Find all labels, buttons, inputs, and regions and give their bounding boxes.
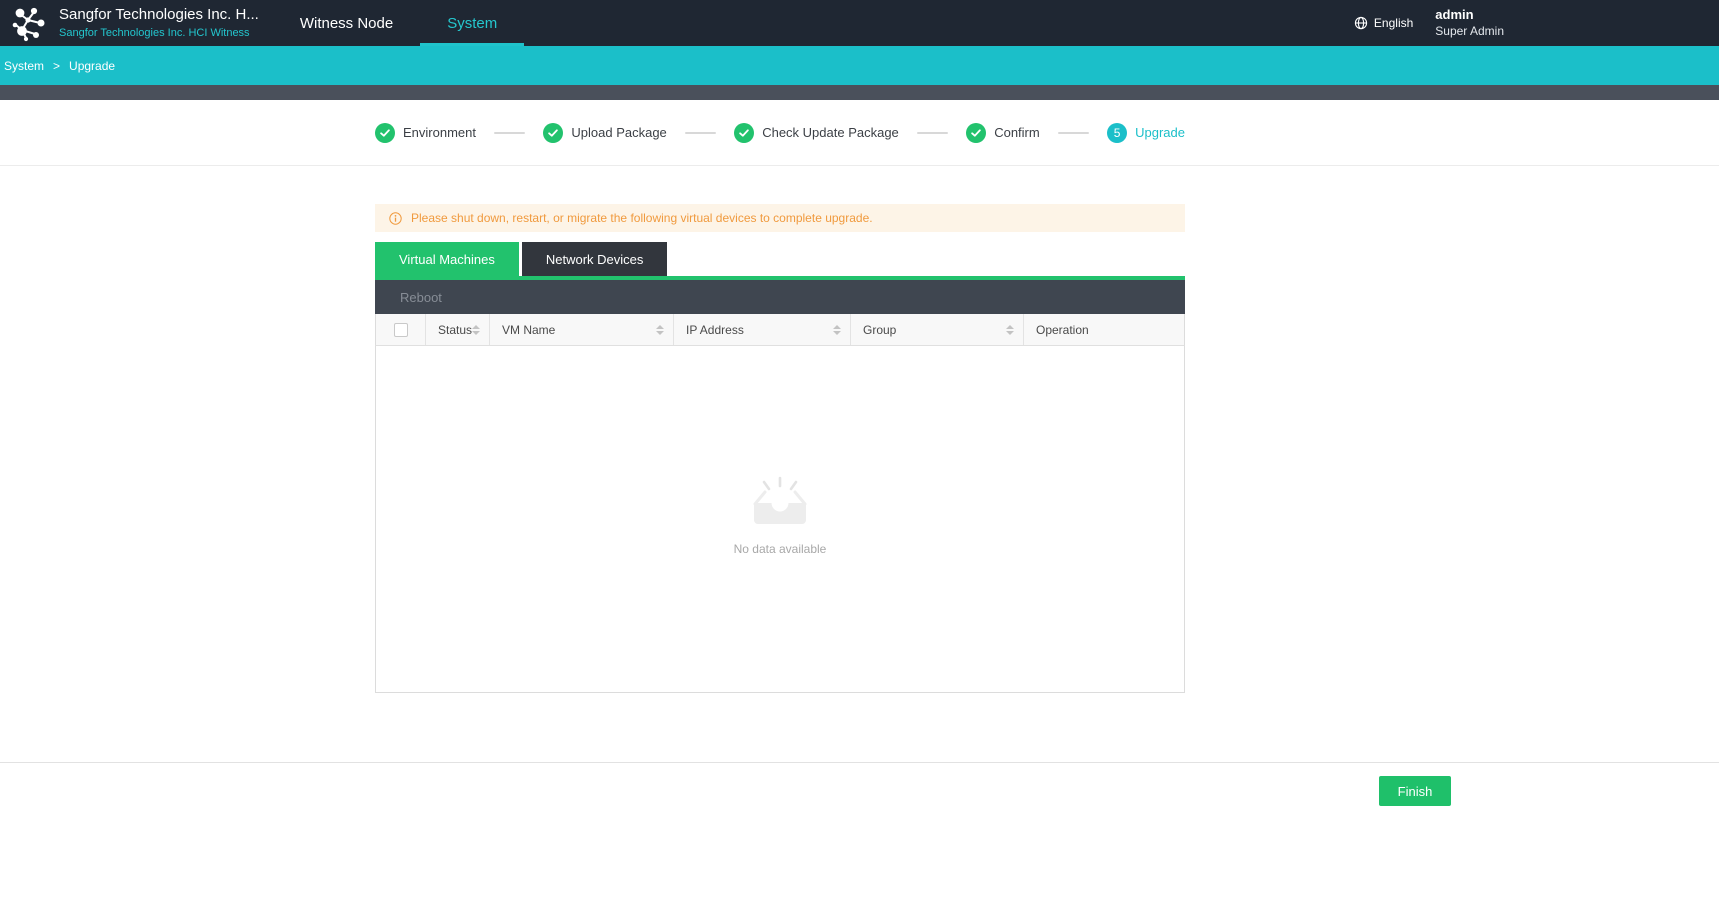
brand-logo [8, 0, 48, 46]
step-connector [1058, 132, 1089, 134]
column-label: Group [863, 323, 896, 337]
step-label: Environment [403, 125, 476, 140]
globe-icon [1354, 16, 1368, 30]
nav-item-label: Witness Node [300, 15, 393, 32]
step-label: Upgrade [1135, 125, 1185, 140]
molecule-logo-icon [8, 3, 48, 43]
empty-state: No data available [376, 476, 1184, 556]
step-check-icon [543, 123, 563, 143]
step-confirm: Confirm [966, 123, 1040, 143]
stepper-row: Environment Upload Package Check Update … [0, 100, 1719, 166]
tab-virtual-machines[interactable]: Virtual Machines [375, 242, 519, 276]
empty-text: No data available [734, 542, 827, 556]
info-icon [389, 212, 402, 225]
sort-icon [1006, 325, 1014, 335]
step-label: Confirm [994, 125, 1040, 140]
step-connector [917, 132, 948, 134]
table-header: Status VM Name IP Address Group Operatio… [375, 314, 1185, 346]
column-header-group[interactable]: Group [850, 314, 1023, 345]
product-title: Sangfor Technologies Inc. H... [59, 6, 259, 25]
notice-text: Please shut down, restart, or migrate th… [411, 211, 873, 225]
notice-banner: Please shut down, restart, or migrate th… [375, 204, 1185, 232]
column-label: IP Address [686, 323, 744, 337]
tab-label: Network Devices [546, 252, 644, 267]
step-connector [685, 132, 716, 134]
table-body: No data available [375, 346, 1185, 693]
tab-label: Virtual Machines [399, 252, 495, 267]
step-check-icon [966, 123, 986, 143]
step-number-badge: 5 [1107, 123, 1127, 143]
top-nav: Witness Node System [273, 0, 524, 46]
column-label: Operation [1036, 323, 1089, 337]
step-check-icon [375, 123, 395, 143]
sort-icon [656, 325, 664, 335]
step-label: Upload Package [571, 125, 666, 140]
language-label: English [1374, 16, 1413, 30]
column-header-status[interactable]: Status [425, 314, 489, 345]
footer-divider [0, 762, 1719, 763]
step-check-update-package: Check Update Package [734, 123, 899, 143]
language-selector[interactable]: English [1354, 16, 1413, 30]
step-check-icon [734, 123, 754, 143]
upgrade-wizard-stepper: Environment Upload Package Check Update … [375, 123, 1185, 143]
breadcrumb-item-system[interactable]: System [4, 59, 44, 73]
step-environment: Environment [375, 123, 476, 143]
nav-item-witness-node[interactable]: Witness Node [273, 0, 420, 46]
device-tabs: Virtual Machines Network Devices [375, 242, 667, 276]
reboot-button[interactable]: Reboot [400, 290, 442, 305]
nav-item-label: System [447, 15, 497, 32]
step-upgrade-current: 5 Upgrade [1107, 123, 1185, 143]
select-all-checkbox[interactable] [394, 323, 408, 337]
tab-network-devices[interactable]: Network Devices [522, 242, 668, 276]
breadcrumb-item-upgrade: Upgrade [69, 59, 115, 73]
select-all-cell [376, 314, 425, 345]
finish-button[interactable]: Finish [1379, 776, 1451, 806]
empty-inbox-icon [747, 476, 813, 528]
column-label: Status [438, 323, 472, 337]
breadcrumb: System > Upgrade [0, 46, 1719, 85]
column-header-vm-name[interactable]: VM Name [489, 314, 673, 345]
table-toolbar: Reboot [375, 280, 1185, 314]
step-upload-package: Upload Package [543, 123, 666, 143]
user-name: admin [1435, 7, 1504, 24]
column-label: VM Name [502, 323, 555, 337]
sub-header-strip [0, 85, 1719, 100]
user-menu[interactable]: admin Super Admin [1435, 7, 1504, 39]
column-header-ip-address[interactable]: IP Address [673, 314, 850, 345]
header-right: English admin Super Admin [1354, 0, 1719, 46]
sort-icon [472, 325, 480, 335]
step-label: Check Update Package [762, 125, 899, 140]
step-connector [494, 132, 525, 134]
sort-icon [833, 325, 841, 335]
breadcrumb-separator: > [53, 59, 60, 73]
brand-text: Sangfor Technologies Inc. H... Sangfor T… [59, 0, 259, 46]
product-subtitle: Sangfor Technologies Inc. HCI Witness [59, 27, 259, 41]
app-header: Sangfor Technologies Inc. H... Sangfor T… [0, 0, 1719, 46]
user-role: Super Admin [1435, 24, 1504, 40]
column-header-operation: Operation [1023, 314, 1184, 345]
nav-item-system[interactable]: System [420, 0, 524, 46]
